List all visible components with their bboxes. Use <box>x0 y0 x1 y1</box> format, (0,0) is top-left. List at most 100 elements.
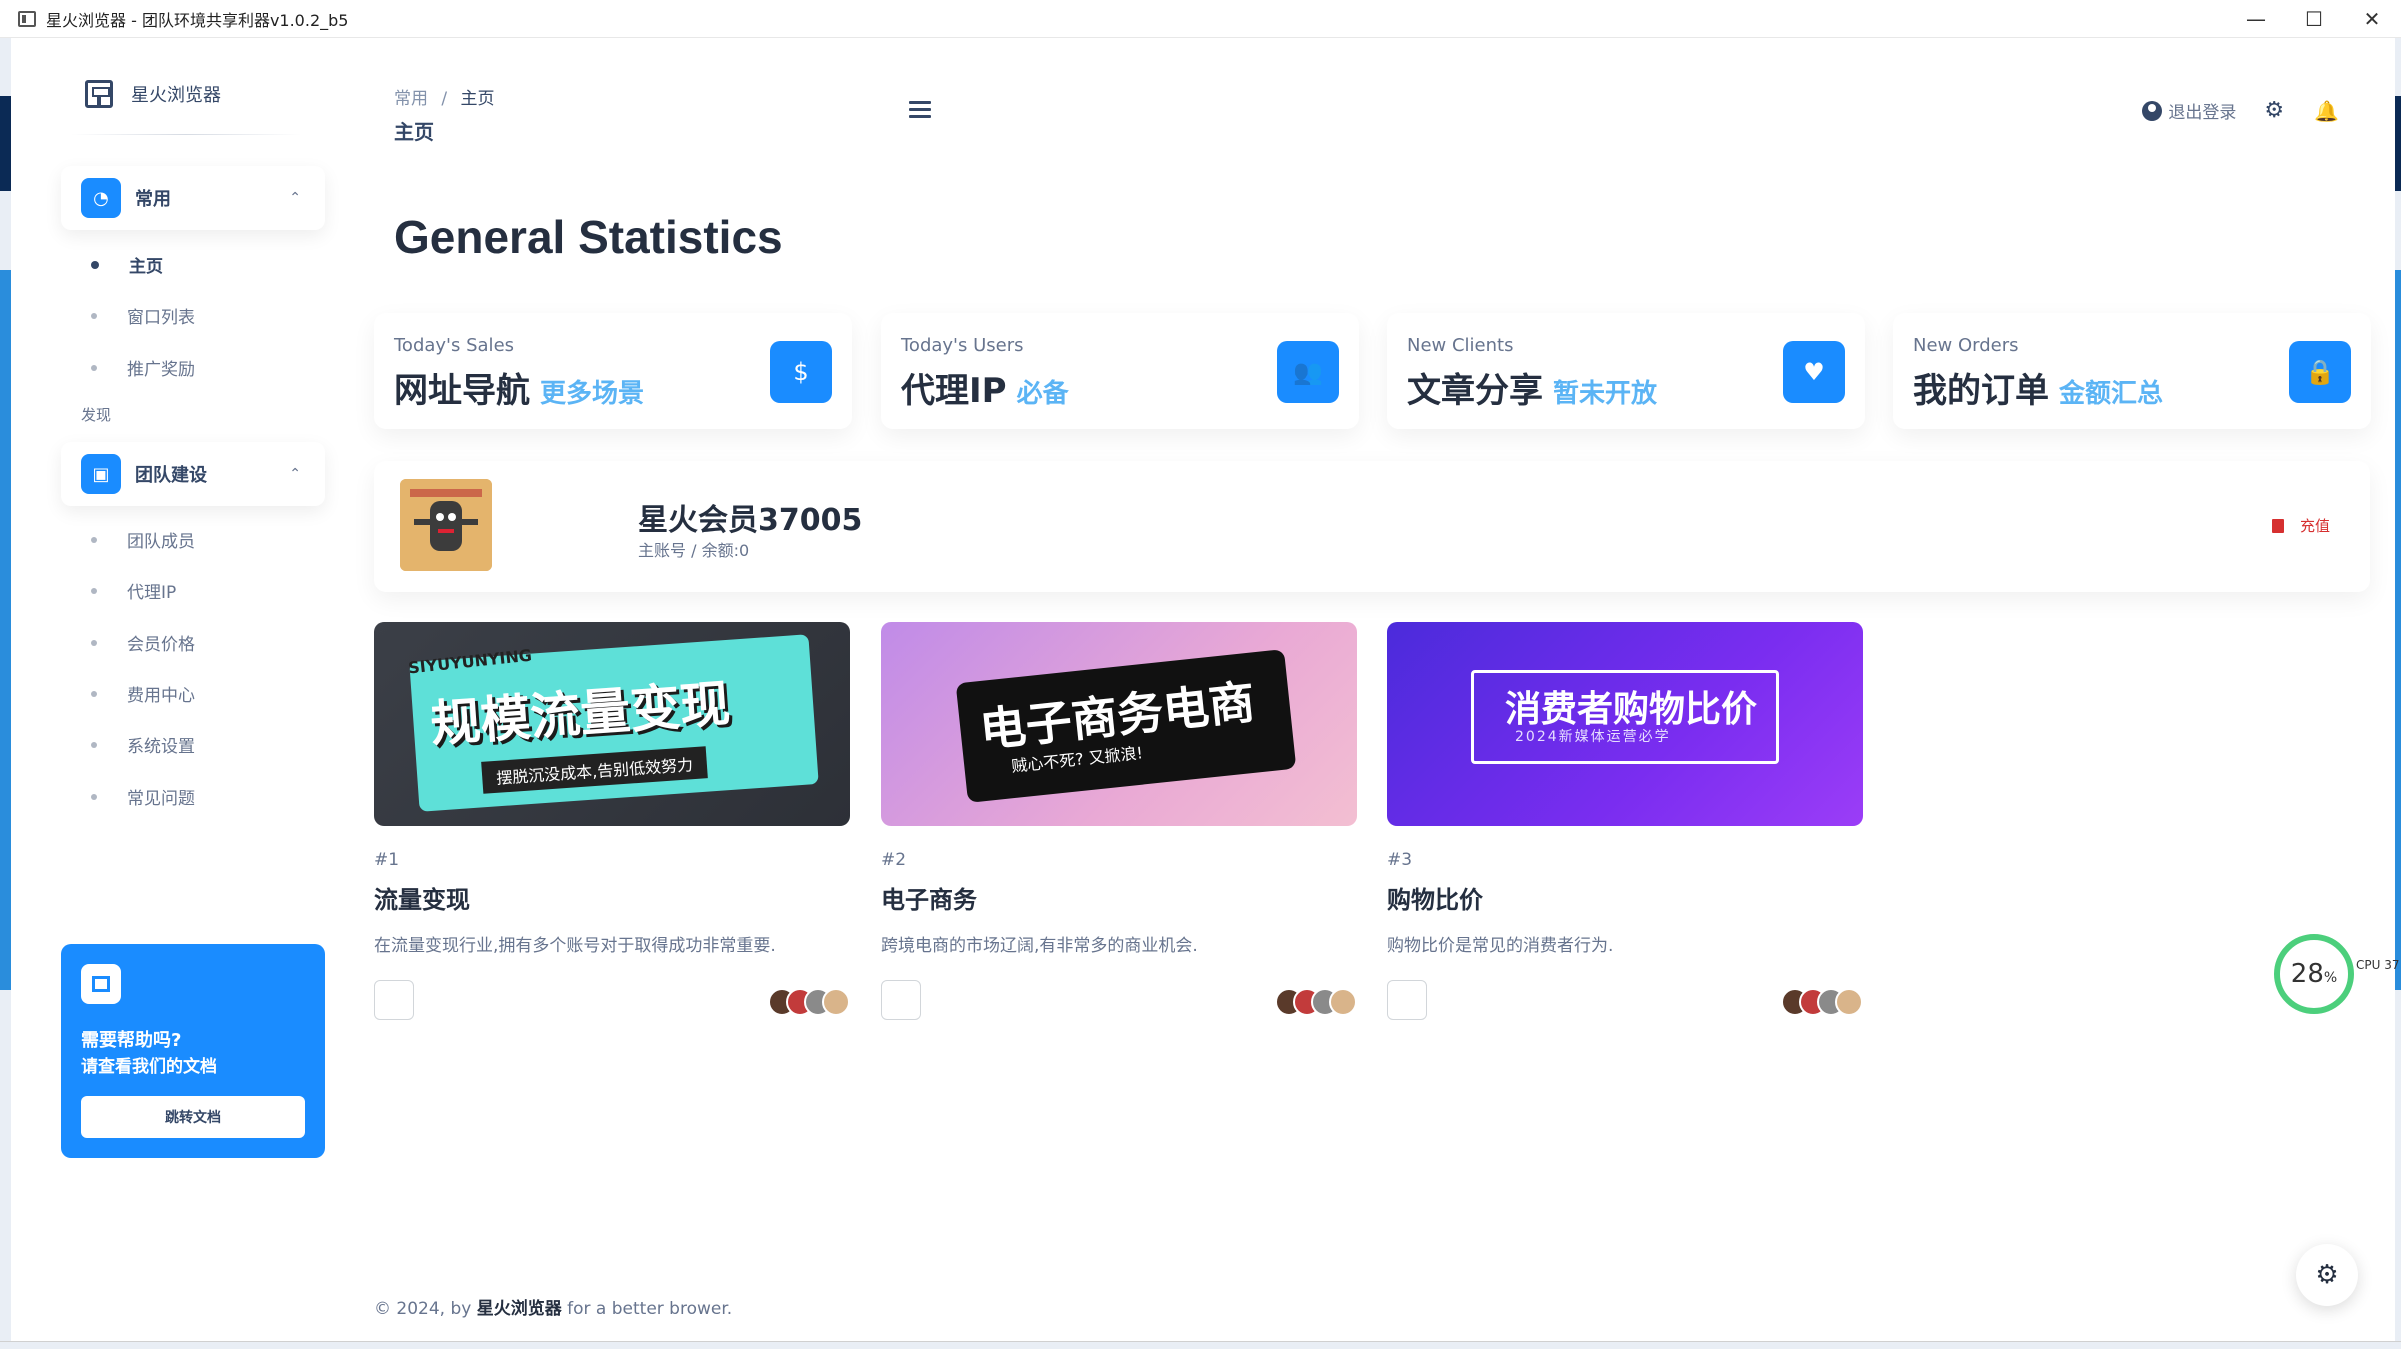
window-bottom-edge <box>0 1341 2401 1349</box>
bell-icon[interactable]: 🔔 <box>2314 99 2339 123</box>
maximize-button[interactable]: ☐ <box>2285 0 2343 38</box>
project-card[interactable]: 电子商务电商 贼心不死? 又掀浪! #2 电子商务 跨境电商的市场辽阔,有非常多… <box>881 622 1357 1020</box>
team-icon: ▣ <box>81 454 121 494</box>
project-checkbox[interactable] <box>374 980 414 1020</box>
project-checkbox[interactable] <box>881 980 921 1020</box>
divider <box>71 134 301 135</box>
sidebar-item-label: 窗口列表 <box>127 308 195 328</box>
bullet-icon <box>91 364 97 371</box>
stat-card-orders[interactable]: New Orders 我的订单 金额汇总 🔒 <box>1893 313 2371 429</box>
avatar <box>400 479 492 571</box>
banner-subtitle: 2024新媒体运营必学 <box>1515 729 1671 745</box>
stat-sub: 金额汇总 <box>2059 379 2164 409</box>
sidebar-item-faq[interactable]: 常见问题 <box>91 784 195 809</box>
project-checkbox[interactable] <box>1387 980 1427 1020</box>
stat-value: 代理IP 必备 <box>901 371 1069 411</box>
project-card[interactable]: 消费者购物比价 2024新媒体运营必学 #3 购物比价 购物比价是常见的消费者行… <box>1387 622 1863 1020</box>
cpu-label: CPU 37 <box>2356 958 2400 972</box>
window-titlebar: 星火浏览器 - 团队环境共享利器v1.0.2_b5 — ☐ ✕ <box>0 0 2401 38</box>
dashboard-icon: ◔ <box>81 178 121 218</box>
bullet-icon <box>91 536 97 543</box>
settings-fab-gear-icon[interactable]: ⚙ <box>2296 1244 2358 1306</box>
project-description: 在流量变现行业,拥有多个账号对于取得成功非常重要. <box>374 936 776 956</box>
sidebar-item-settings[interactable]: 系统设置 <box>91 732 195 757</box>
project-description: 购物比价是常见的消费者行为. <box>1387 936 1614 956</box>
sidebar: 星火浏览器 ◔ 常用 ⌃ 主页 窗口列表 推广奖励 发现 ▣ 团队建设 ⌃ 团队… <box>11 38 331 1338</box>
sidebar-item-pricing[interactable]: 会员价格 <box>91 630 195 655</box>
logout-link[interactable]: 退出登录 <box>2168 98 2236 123</box>
stat-card-users[interactable]: Today's Users 代理IP 必备 👥 <box>881 313 1359 429</box>
cpu-unit: % <box>2323 970 2338 986</box>
project-number: #2 <box>881 850 907 870</box>
help-title: 需要帮助吗? <box>81 1030 182 1051</box>
banner-title: 消费者购物比价 <box>1505 689 1758 730</box>
stat-card-clients[interactable]: New Clients 文章分享 暂未开放 ♥ <box>1387 313 1865 429</box>
project-card[interactable]: SIYUYUNYING 规模流量变现 摆脱沉没成本,告别低效努力 #1 流量变现… <box>374 622 850 1020</box>
docs-button[interactable]: 跳转文档 <box>81 1096 305 1138</box>
section-label-discover: 发现 <box>81 406 112 424</box>
footer-suffix: for a better brower. <box>561 1299 733 1319</box>
sidebar-item-label: 代理IP <box>127 583 177 603</box>
window-title: 星火浏览器 - 团队环境共享利器v1.0.2_b5 <box>46 10 349 30</box>
project-footer <box>374 980 850 1020</box>
sidebar-item-label: 常见问题 <box>127 789 195 809</box>
brand[interactable]: 星火浏览器 <box>85 80 221 108</box>
bullet-icon <box>91 690 97 697</box>
bullet-icon <box>91 260 99 269</box>
project-title[interactable]: 购物比价 <box>1387 880 1863 915</box>
project-description: 跨境电商的市场辽阔,有非常多的商业机会. <box>881 936 1198 956</box>
member-meta: 主账号 / 余额:0 <box>638 541 750 560</box>
stat-label: Today's Users <box>901 335 1024 356</box>
footer-prefix: © 2024, by <box>374 1299 477 1319</box>
document-icon <box>81 964 121 1004</box>
project-title[interactable]: 电子商务 <box>881 880 1357 915</box>
menu-toggle-icon[interactable] <box>909 101 931 122</box>
stat-value: 我的订单 金额汇总 <box>1913 371 2164 411</box>
sidebar-item-referral[interactable]: 推广奖励 <box>91 355 195 380</box>
dollar-icon: $ <box>770 341 832 403</box>
project-number: #1 <box>374 850 400 870</box>
member-name: 星火会员37005 <box>638 503 863 538</box>
profile-card: 星火会员37005 主账号 / 余额:0 充值 <box>374 461 2370 592</box>
section-heading: General Statistics <box>394 211 783 263</box>
help-card: 需要帮助吗? 请查看我们的文档 跳转文档 <box>61 944 325 1158</box>
avatar-group <box>1275 988 1357 1016</box>
minimize-button[interactable]: — <box>2227 0 2285 38</box>
recharge-button[interactable]: 充值 <box>2271 515 2330 536</box>
breadcrumb-parent[interactable]: 常用 <box>394 89 428 109</box>
bullet-icon <box>91 312 97 319</box>
sidebar-item-team-members[interactable]: 团队成员 <box>91 527 195 552</box>
nav-group-common[interactable]: ◔ 常用 ⌃ <box>61 166 325 230</box>
close-button[interactable]: ✕ <box>2343 0 2401 38</box>
breadcrumb: 常用 / 主页 <box>394 84 495 109</box>
project-banner[interactable]: SIYUYUNYING 规模流量变现 摆脱沉没成本,告别低效努力 <box>374 622 850 826</box>
project-banner[interactable]: 消费者购物比价 2024新媒体运营必学 <box>1387 622 1863 826</box>
stat-label: Today's Sales <box>394 335 515 356</box>
trash-icon <box>2271 518 2284 533</box>
footer-brand[interactable]: 星火浏览器 <box>477 1299 562 1319</box>
stat-sub: 暂未开放 <box>1553 379 1658 409</box>
sidebar-item-proxy-ip[interactable]: 代理IP <box>91 578 176 603</box>
stat-card-sales[interactable]: Today's Sales 网址导航 更多场景 $ <box>374 313 852 429</box>
nav-group-team[interactable]: ▣ 团队建设 ⌃ <box>61 442 325 506</box>
sidebar-item-label: 费用中心 <box>127 686 195 706</box>
sidebar-item-window-list[interactable]: 窗口列表 <box>91 303 195 328</box>
project-title[interactable]: 流量变现 <box>374 880 850 915</box>
sidebar-item-home[interactable]: 主页 <box>91 252 163 277</box>
background-window-edge-right <box>2395 38 2401 1349</box>
stat-label: New Orders <box>1913 335 2019 356</box>
bullet-icon <box>91 587 97 594</box>
sidebar-item-label: 会员价格 <box>127 635 195 655</box>
sidebar-item-billing[interactable]: 费用中心 <box>91 681 195 706</box>
chevron-up-icon: ⌃ <box>289 466 301 482</box>
cpu-value: 28 <box>2290 959 2324 989</box>
sidebar-item-label: 系统设置 <box>127 737 195 757</box>
project-banner[interactable]: 电子商务电商 贼心不死? 又掀浪! <box>881 622 1357 826</box>
stat-sub: 更多场景 <box>540 379 645 409</box>
chevron-up-icon: ⌃ <box>289 190 301 206</box>
bullet-icon <box>91 741 97 748</box>
cpu-usage-widget[interactable]: 28% <box>2274 934 2354 1014</box>
stat-value: 网址导航 更多场景 <box>394 371 645 411</box>
settings-gear-icon[interactable]: ⚙ <box>2264 98 2284 123</box>
sidebar-item-label: 推广奖励 <box>127 360 195 380</box>
